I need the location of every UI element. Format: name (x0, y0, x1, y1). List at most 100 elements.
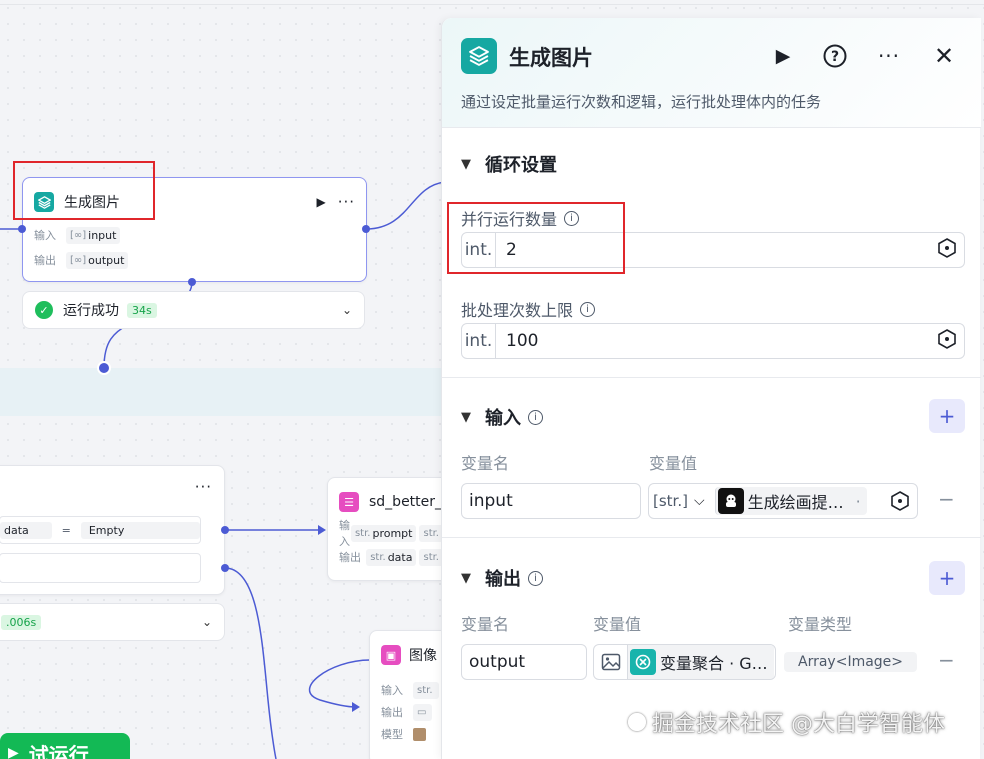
image-icon: ▣ (381, 645, 401, 665)
variable-ref-icon[interactable] (936, 328, 958, 354)
wire-main-to-right (365, 181, 446, 230)
variable-ref-icon[interactable] (889, 490, 911, 512)
node-header: ▣ 图像 (381, 643, 447, 667)
input-key-label: 输入 (34, 229, 56, 242)
remove-output-button[interactable]: − (938, 648, 955, 672)
wire-arrow-sd (318, 525, 326, 535)
output-section-header[interactable]: ▼ 输出 i (461, 565, 543, 591)
input-tag-value: prompt (372, 526, 413, 540)
node-output-row: 输出 ▭ (381, 701, 447, 723)
model-avatar-icon (413, 727, 426, 741)
node-more-icon[interactable]: ··· (338, 193, 355, 211)
section-title: 输出 (485, 569, 521, 590)
condition-row: data = Empty (0, 516, 201, 544)
wire-to-image-node (308, 659, 371, 708)
main-node-input-port[interactable] (18, 225, 26, 233)
node-input-row: 输入 str. prompt str. (339, 519, 445, 548)
model-key-label: 模型 (381, 728, 403, 741)
input-section-header[interactable]: ▼ 输入 i (461, 404, 543, 430)
ref-suffix: · (855, 491, 861, 511)
col-header-type: 变量类型 (788, 615, 853, 634)
play-icon: ▶ (8, 745, 19, 759)
remove-input-button[interactable]: − (938, 487, 955, 511)
condition-empty-row[interactable] (0, 553, 201, 583)
array-icon: [∞] (70, 229, 87, 241)
node-input-row: 输入 [∞] input (34, 224, 355, 246)
info-icon[interactable]: i (580, 301, 596, 317)
check-icon: ✓ (35, 301, 53, 319)
variable-ref-icon[interactable] (936, 237, 958, 263)
input-value[interactable]: 100 (496, 331, 538, 351)
help-icon[interactable]: ? (821, 42, 849, 70)
field-value: output (469, 652, 526, 672)
run-icon[interactable]: ▶ (769, 42, 797, 70)
info-icon[interactable]: i (528, 409, 543, 425)
panel-description: 通过设定批量运行次数和逻辑，运行批处理体内的任务 (461, 93, 822, 111)
input-var-value-field[interactable]: [str.] ⌵ 生成绘画提… · (648, 483, 918, 519)
int-type-prefix: int. (462, 324, 496, 358)
ref-label: 变量聚合 · G… (660, 654, 768, 673)
condition-operator[interactable]: = (62, 524, 71, 537)
output-key-label: 输出 (34, 254, 56, 267)
type-selector[interactable]: [str.] (649, 492, 688, 510)
try-run-label: 试运行 (28, 742, 89, 759)
condition-node[interactable]: ··· data = Empty (0, 465, 225, 595)
image-type-icon: ▭ (417, 706, 427, 718)
condition-right-field[interactable]: Empty (80, 521, 200, 539)
output-var-name-field[interactable]: output (461, 644, 587, 680)
info-icon[interactable]: i (528, 570, 543, 586)
output-var-value-field[interactable]: 变量聚合 · G… (593, 644, 776, 680)
condition-output-port-2[interactable] (221, 564, 229, 572)
add-output-button[interactable]: + (929, 561, 965, 595)
run-status-bar[interactable]: ✓ 运行成功 34s ⌄ (22, 291, 365, 329)
input-key-label: 输入 (381, 684, 403, 697)
input-tag: [∞] input (66, 226, 121, 244)
node-more-icon[interactable]: ··· (195, 478, 212, 496)
output-tag: [∞] output (66, 251, 129, 269)
aggregate-icon (630, 649, 656, 675)
chevron-down-icon[interactable]: ⌄ (342, 303, 352, 317)
type-label: str. (370, 551, 386, 563)
loop-settings-header[interactable]: ▼ 循环设置 (461, 151, 557, 177)
output-tag-value: output (88, 253, 125, 267)
panel-header: 生成图片 ▶ ? ··· ✕ 通过设定批量运行次数和逻辑，运行批处理体内的任务 (442, 18, 981, 128)
col-header-name: 变量名 (461, 615, 510, 634)
node-output-row: 输出 [∞] output (34, 249, 355, 271)
sd-better-node[interactable]: ☰ sd_better_ 输入 str. prompt str. 输出 str. d… (327, 477, 457, 581)
output-tag: ▭ (413, 703, 433, 721)
try-run-button[interactable]: ▶ 试运行 (0, 733, 130, 759)
watermark: 掘金技术社区 @大白学智能体 (628, 706, 945, 738)
node-title: 图像 (409, 648, 437, 664)
batch-limit-label: 批处理次数上限 i (461, 297, 596, 321)
condition-left-field[interactable]: data (0, 521, 52, 539)
chevron-down-icon[interactable]: ⌄ (202, 615, 212, 629)
input-var-name-field[interactable]: input (461, 483, 641, 519)
condition-output-port[interactable] (221, 526, 229, 534)
output-type-tag: Array<Image> (784, 652, 918, 672)
svg-text:?: ? (831, 49, 839, 65)
chevron-down-icon: ▼ (461, 156, 471, 172)
agent-avatar-icon (717, 488, 744, 514)
chevron-down-icon: ▼ (461, 409, 471, 425)
duration-badge: .006s (1, 614, 42, 630)
run-node-icon[interactable]: ▶ (316, 195, 325, 209)
node-title: sd_better_ (369, 494, 443, 510)
output-tag-value: data (387, 550, 413, 564)
panel-title[interactable]: 生成图片 (509, 42, 593, 72)
condition-status-bar[interactable]: .006s ⌄ (0, 603, 225, 641)
main-node-output-port[interactable] (362, 225, 370, 233)
image-type-icon (594, 645, 628, 679)
ref-chip[interactable]: 变量聚合 · G… (628, 645, 774, 679)
watermark-text: 掘金技术社区 @大白学智能体 (652, 712, 945, 737)
main-node-loop-port[interactable] (188, 278, 196, 286)
status-text: 运行成功 (63, 303, 119, 319)
chevron-down-icon[interactable]: ⌵ (694, 493, 705, 509)
ref-chip[interactable]: 生成绘画提… · (714, 487, 867, 515)
duration-badge: 34s (127, 302, 157, 318)
ref-label: 生成绘画提… (747, 493, 844, 512)
batch-limit-input[interactable]: int. 100 (461, 323, 965, 359)
input-tag-value: input (88, 228, 117, 242)
more-icon[interactable]: ··· (875, 42, 903, 70)
add-input-button[interactable]: + (929, 399, 965, 433)
close-icon[interactable]: ✕ (930, 42, 958, 70)
